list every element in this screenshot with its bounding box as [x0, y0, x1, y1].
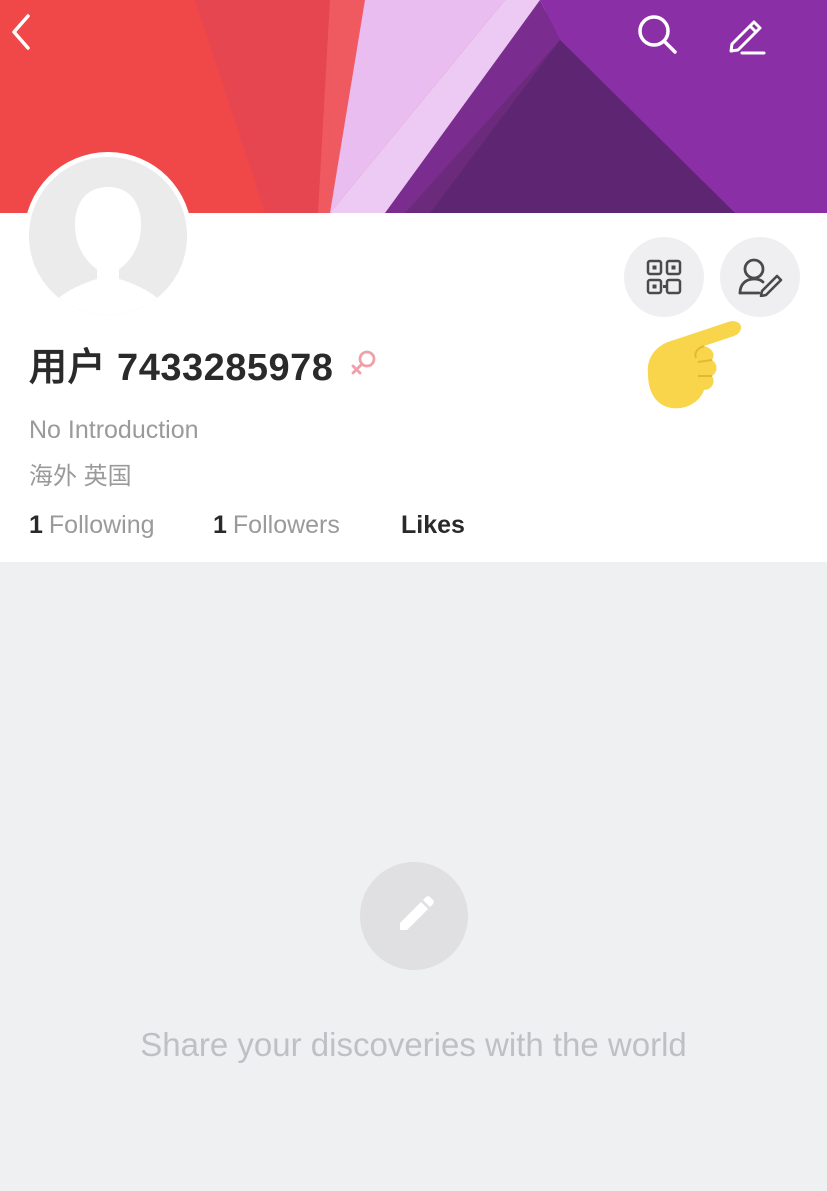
user-edit-icon [738, 258, 783, 297]
following-stat[interactable]: 1 Following [29, 511, 213, 540]
followers-stat[interactable]: 1 Followers [213, 511, 401, 540]
introduction-text[interactable]: No Introduction [29, 416, 199, 445]
chevron-left-icon [12, 14, 30, 50]
pointing-hand-emoji [647, 321, 742, 409]
qr-code-button[interactable] [624, 237, 704, 317]
followers-count: 1 [213, 510, 227, 539]
search-icon [638, 15, 677, 54]
pencil-icon [729, 20, 766, 55]
likes-label: Likes [401, 510, 465, 539]
compose-button[interactable] [724, 12, 788, 76]
back-button[interactable] [8, 12, 72, 76]
empty-state: Share your discoveries with the world [0, 562, 827, 1191]
followers-label: Followers [232, 510, 340, 539]
likes-stat[interactable]: Likes [401, 511, 465, 540]
avatar[interactable] [24, 152, 192, 320]
search-button[interactable] [635, 12, 699, 76]
female-icon [352, 350, 376, 375]
location-text: 海外 英国 [29, 463, 132, 490]
profile-stats: 1 Following 1 Followers Likes [29, 506, 465, 544]
username-row: 用户 7433285978 [29, 338, 379, 389]
username: 用户 7433285978 [29, 346, 334, 389]
following-label: Following [48, 510, 155, 539]
empty-state-message: Share your discoveries with the world [140, 1026, 687, 1063]
qr-code-icon [646, 259, 682, 295]
empty-state-icon [360, 862, 468, 970]
following-count: 1 [29, 510, 43, 539]
pencil-icon [400, 896, 434, 930]
default-avatar-icon [29, 157, 187, 315]
edit-profile-button[interactable] [720, 237, 800, 317]
